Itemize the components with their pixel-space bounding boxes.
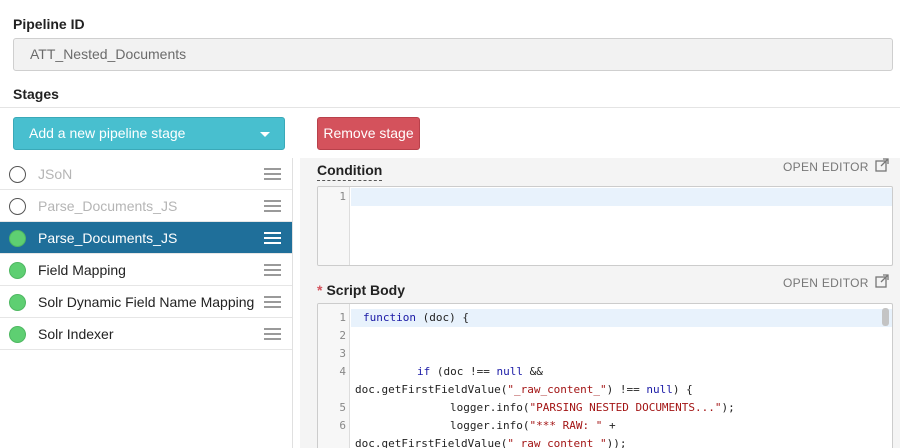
stage-item[interactable]: Parse_Documents_JS [0, 190, 292, 222]
status-dot-icon[interactable] [9, 166, 26, 183]
drag-handle-icon[interactable] [264, 200, 281, 212]
remove-stage-button[interactable]: Remove stage [317, 117, 420, 150]
code-line: doc.getFirstFieldValue("_raw_content_"))… [355, 437, 627, 448]
condition-label: Condition [317, 162, 383, 181]
active-line-highlight [351, 188, 892, 206]
stage-item[interactable]: Solr Dynamic Field Name Mapping [0, 286, 292, 318]
stage-name: Parse_Documents_JS [38, 230, 178, 246]
stage-name: JSoN [38, 166, 73, 182]
status-dot-icon[interactable] [9, 294, 26, 311]
line-number: 6 [339, 419, 346, 432]
drag-handle-icon[interactable] [264, 168, 281, 180]
drag-handle-icon[interactable] [264, 264, 281, 276]
status-dot-icon[interactable] [9, 230, 26, 247]
pipeline-id-label: Pipeline ID [13, 16, 85, 32]
open-editor-label: OPEN EDITOR [783, 160, 869, 174]
code-line: logger.info("*** RAW: " + [450, 419, 616, 432]
external-link-icon [875, 158, 889, 172]
condition-editor[interactable]: 1 [317, 186, 893, 266]
stage-item[interactable]: JSoN [0, 158, 292, 190]
stage-name: Solr Dynamic Field Name Mapping [38, 294, 255, 310]
drag-handle-icon[interactable] [264, 328, 281, 340]
code-line: function (doc) { [363, 311, 469, 324]
stage-item[interactable]: Field Mapping [0, 254, 292, 286]
stages-label: Stages [13, 86, 59, 102]
stage-item[interactable]: Solr Indexer [0, 318, 292, 350]
stage-item-selected[interactable]: Parse_Documents_JS [0, 222, 292, 254]
drag-handle-icon[interactable] [264, 232, 281, 244]
stage-name: Solr Indexer [38, 326, 114, 342]
external-link-icon [875, 274, 889, 288]
stage-config-panel: Condition OPEN EDITOR 1 * Script Body OPE… [300, 158, 900, 448]
script-body-label-text: Script Body [326, 282, 406, 298]
script-body-editor[interactable]: 1 2 3 4 5 6 function (doc) { if (doc !==… [317, 303, 893, 448]
line-gutter: 1 [318, 187, 350, 265]
status-dot-icon[interactable] [9, 198, 26, 215]
stage-name: Field Mapping [38, 262, 126, 278]
drag-handle-icon[interactable] [264, 296, 281, 308]
code-line: logger.info("PARSING NESTED DOCUMENTS...… [450, 401, 735, 414]
line-number: 4 [339, 365, 346, 378]
code-line: doc.getFirstFieldValue("_raw_content_") … [355, 383, 693, 396]
script-open-editor-link[interactable]: OPEN EDITOR [783, 274, 889, 290]
stages-divider [0, 107, 900, 108]
editor-scrollbar[interactable] [882, 308, 889, 326]
line-gutter: 1 2 3 4 5 6 [318, 304, 350, 448]
line-number: 3 [339, 347, 346, 360]
line-number: 5 [339, 401, 346, 414]
stage-list-panel: JSoN Parse_Documents_JS Parse_Documents_… [0, 158, 293, 448]
status-dot-icon[interactable] [9, 262, 26, 279]
pipeline-id-field[interactable]: ATT_Nested_Documents [13, 38, 893, 71]
line-number: 1 [339, 190, 346, 203]
required-marker: * [317, 282, 323, 298]
code-line: if (doc !== null && [417, 365, 543, 378]
add-stage-button[interactable]: Add a new pipeline stage [13, 117, 285, 150]
stage-name: Parse_Documents_JS [38, 198, 178, 214]
condition-open-editor-link[interactable]: OPEN EDITOR [783, 158, 889, 174]
stage-list: JSoN Parse_Documents_JS Parse_Documents_… [0, 158, 292, 350]
open-editor-label: OPEN EDITOR [783, 276, 869, 290]
script-body-label: * Script Body [317, 282, 405, 298]
caret-down-icon [260, 132, 270, 137]
line-number: 2 [339, 329, 346, 342]
status-dot-icon[interactable] [9, 326, 26, 343]
add-stage-button-label: Add a new pipeline stage [29, 125, 186, 141]
line-number: 1 [339, 311, 346, 324]
